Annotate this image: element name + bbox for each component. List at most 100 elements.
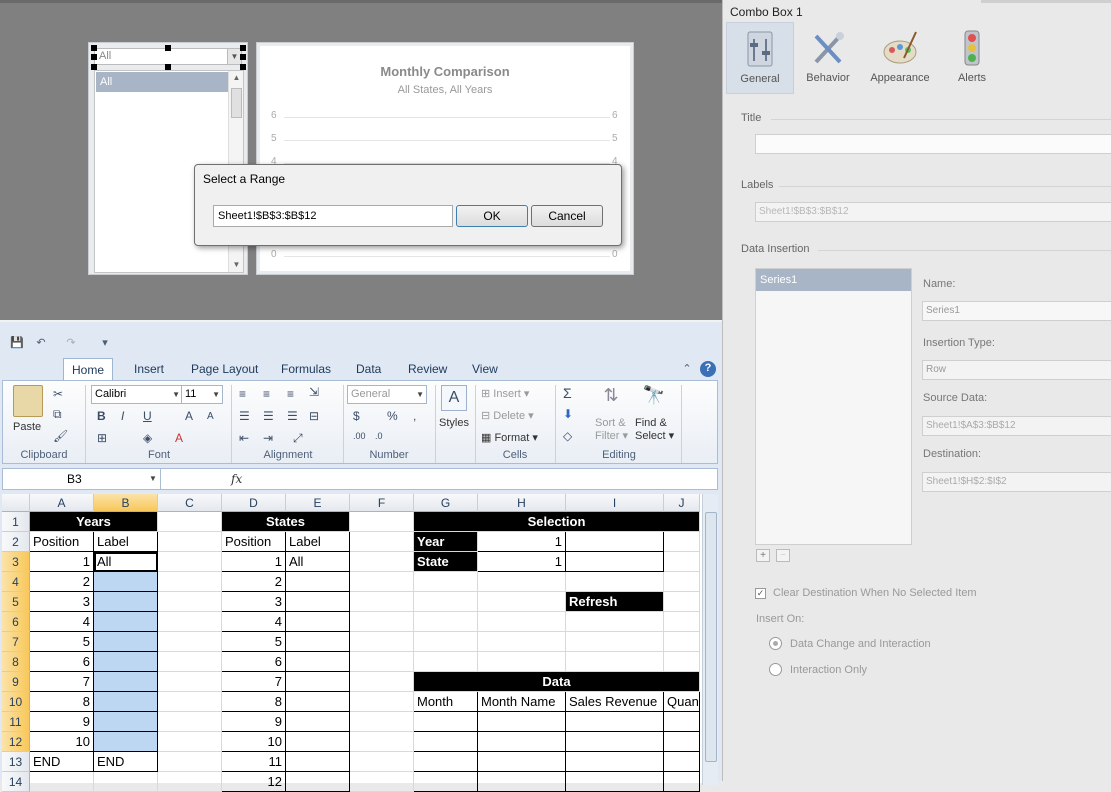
cell[interactable] bbox=[158, 552, 222, 572]
series-list[interactable]: Series1 bbox=[755, 268, 912, 545]
data-cell[interactable] bbox=[566, 772, 664, 792]
sort-filter-button[interactable]: Sort & Filter ▾ bbox=[595, 417, 628, 443]
years-label-cell[interactable] bbox=[94, 632, 158, 652]
tab-data[interactable]: Data bbox=[348, 358, 389, 380]
help-icon[interactable]: ? bbox=[700, 361, 716, 377]
month-name-header[interactable]: Month Name bbox=[478, 692, 566, 712]
years-label-cell[interactable] bbox=[94, 572, 158, 592]
resize-handle-e[interactable] bbox=[240, 54, 246, 60]
cell[interactable] bbox=[158, 572, 222, 592]
column-header-c[interactable]: C bbox=[158, 494, 222, 512]
italic-icon[interactable]: I bbox=[121, 409, 124, 423]
year-value-cell[interactable]: 1 bbox=[478, 532, 566, 552]
column-header-h[interactable]: H bbox=[478, 494, 566, 512]
find-select-button[interactable]: Find & Select ▾ bbox=[635, 417, 674, 443]
cancel-button[interactable]: Cancel bbox=[531, 205, 603, 227]
cell[interactable] bbox=[414, 612, 478, 632]
years-position-cell[interactable]: 9 bbox=[30, 712, 94, 732]
tab-home[interactable]: Home bbox=[63, 358, 114, 380]
row-header-1[interactable]: 1 bbox=[2, 512, 30, 532]
cell[interactable] bbox=[30, 772, 94, 792]
grow-font-icon[interactable]: A bbox=[185, 409, 193, 423]
column-header-b[interactable]: B bbox=[94, 494, 158, 512]
row-header-6[interactable]: 6 bbox=[2, 612, 30, 632]
selection-header[interactable]: Selection bbox=[414, 512, 700, 532]
states-label-cell[interactable] bbox=[286, 572, 350, 592]
row-header-13[interactable]: 13 bbox=[2, 752, 30, 772]
cell[interactable] bbox=[566, 632, 664, 652]
scroll-thumb[interactable] bbox=[231, 88, 242, 118]
refresh-cell[interactable]: Refresh bbox=[566, 592, 664, 612]
font-size-select[interactable]: 11 ▼ bbox=[181, 385, 223, 404]
align-left-icon[interactable]: ☰ bbox=[239, 409, 250, 423]
resize-handle-ne[interactable] bbox=[240, 45, 246, 51]
radio-data-change-interaction[interactable] bbox=[769, 637, 782, 650]
years-position-cell[interactable]: 5 bbox=[30, 632, 94, 652]
source-data-field[interactable]: Sheet1!$A$3:$B$12 bbox=[922, 416, 1111, 436]
save-icon[interactable]: 💾 bbox=[10, 336, 24, 350]
cell[interactable] bbox=[350, 752, 414, 772]
cell[interactable] bbox=[158, 592, 222, 612]
align-center-icon[interactable]: ☰ bbox=[263, 409, 274, 423]
cell[interactable] bbox=[664, 612, 700, 632]
chevron-down-icon[interactable]: ▼ bbox=[227, 49, 241, 64]
data-cell[interactable] bbox=[478, 732, 566, 752]
cell[interactable] bbox=[158, 672, 222, 692]
tab-behavior[interactable]: Behavior bbox=[794, 22, 862, 94]
states-label-cell[interactable] bbox=[286, 732, 350, 752]
state-label-cell[interactable]: State bbox=[414, 552, 478, 572]
select-all-corner[interactable] bbox=[2, 494, 30, 512]
resize-handle-nw[interactable] bbox=[91, 45, 97, 51]
cell[interactable] bbox=[158, 752, 222, 772]
labels-range-field[interactable]: Sheet1!$B$3:$B$12 bbox=[755, 202, 1111, 222]
font-name-select[interactable]: Calibri ▼ bbox=[91, 385, 183, 404]
styles-icon[interactable]: A bbox=[441, 385, 467, 411]
states-position-cell[interactable]: 2 bbox=[222, 572, 286, 592]
redo-icon[interactable]: ↷ bbox=[64, 336, 78, 350]
cell[interactable] bbox=[350, 532, 414, 552]
cell[interactable] bbox=[158, 512, 222, 532]
cell[interactable] bbox=[350, 612, 414, 632]
row-header-7[interactable]: 7 bbox=[2, 632, 30, 652]
underline-icon[interactable]: U bbox=[143, 409, 152, 423]
cell[interactable] bbox=[664, 572, 700, 592]
years-label-cell[interactable] bbox=[94, 692, 158, 712]
states-label-cell[interactable] bbox=[286, 612, 350, 632]
states-label-cell[interactable] bbox=[286, 652, 350, 672]
row-header-14[interactable]: 14 bbox=[2, 772, 30, 792]
borders-icon[interactable]: ⊞ bbox=[97, 431, 107, 445]
cell[interactable] bbox=[350, 572, 414, 592]
quantity-header[interactable]: Quan bbox=[664, 692, 700, 712]
align-middle-icon[interactable]: ≡ bbox=[263, 387, 270, 401]
years-position-cell[interactable]: 8 bbox=[30, 692, 94, 712]
name-box[interactable]: B3 bbox=[3, 469, 161, 489]
fx-icon[interactable]: fx bbox=[231, 469, 242, 489]
paste-icon[interactable] bbox=[13, 385, 43, 417]
scroll-up-icon[interactable]: ▲ bbox=[229, 73, 244, 82]
data-cell[interactable] bbox=[414, 712, 478, 732]
cell[interactable] bbox=[414, 632, 478, 652]
states-label-cell[interactable] bbox=[286, 672, 350, 692]
cell[interactable] bbox=[414, 572, 478, 592]
tab-alerts[interactable]: Alerts bbox=[938, 22, 1006, 94]
cell[interactable] bbox=[158, 712, 222, 732]
number-format-select[interactable]: General ▼ bbox=[347, 385, 427, 404]
insert-cells-button[interactable]: ⊞ Insert ▾ bbox=[481, 387, 529, 400]
cell[interactable] bbox=[158, 632, 222, 652]
insertion-type-select[interactable]: Row bbox=[922, 360, 1111, 380]
tab-general[interactable]: General bbox=[726, 22, 794, 94]
column-header-g[interactable]: G bbox=[414, 494, 478, 512]
design-canvas[interactable]: All ▼ All ▲ ▼ Monthly Comparison All Sta… bbox=[0, 0, 722, 320]
data-cell[interactable] bbox=[566, 732, 664, 752]
states-position-cell[interactable]: 12 bbox=[222, 772, 286, 792]
clear-destination-checkbox[interactable]: ✓ bbox=[755, 588, 766, 599]
currency-icon[interactable]: $ bbox=[353, 409, 360, 423]
cell[interactable] bbox=[94, 772, 158, 792]
combo-list-item[interactable]: All bbox=[96, 72, 229, 92]
column-header-e[interactable]: E bbox=[286, 494, 350, 512]
years-position-cell[interactable]: 10 bbox=[30, 732, 94, 752]
series-list-item[interactable]: Series1 bbox=[756, 269, 911, 291]
states-position-cell[interactable]: 10 bbox=[222, 732, 286, 752]
tab-review[interactable]: Review bbox=[400, 358, 455, 380]
row-header-8[interactable]: 8 bbox=[2, 652, 30, 672]
